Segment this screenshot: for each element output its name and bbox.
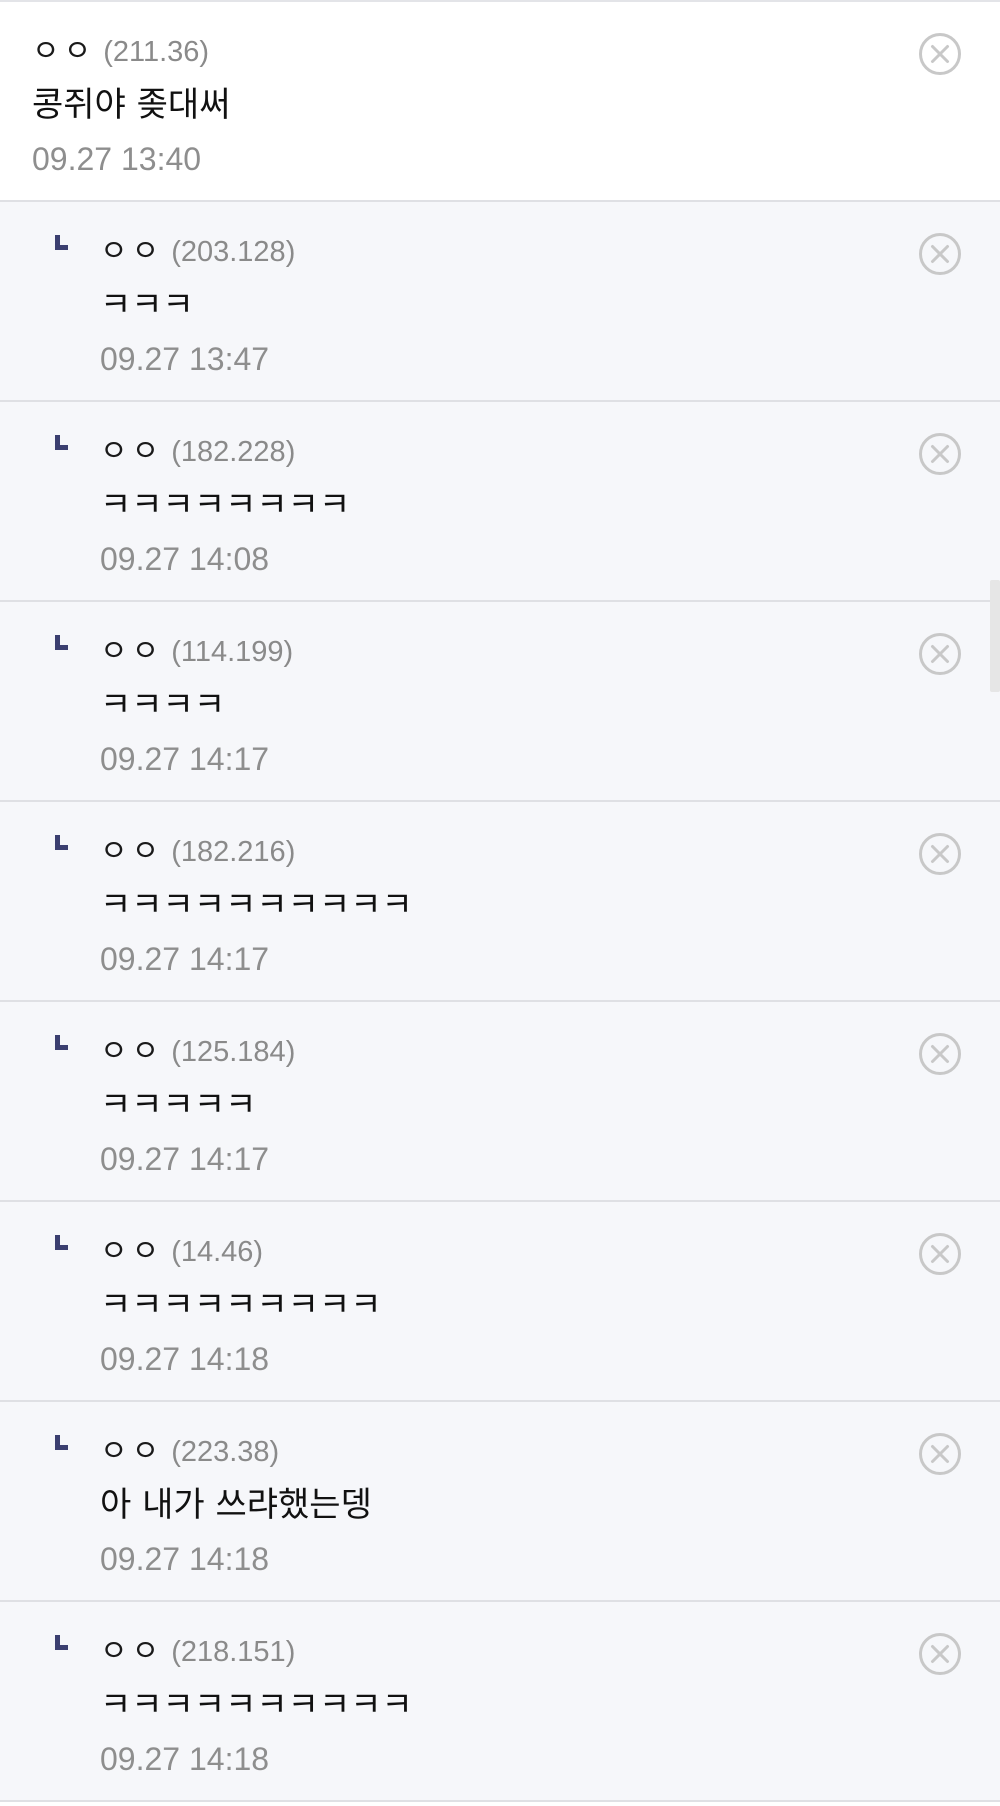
ip-address: (218.151) [171, 1636, 296, 1668]
ip-address: (223.38) [171, 1436, 280, 1468]
comment-author: ㅇㅇ (14.46) [100, 1228, 382, 1276]
comment-date: 09.27 14:18 [100, 1341, 270, 1377]
comment-item: ㅇㅇ (211.36) 콩쥐야 좆대써 09.27 13:40 [0, 2, 1000, 202]
comment-body: ㅇㅇ (223.38) 아 내가 쓰랴했는뎅 09.27 14:18 [100, 1428, 372, 1584]
comment-text: ㅋㅋㅋㅋㅋ [100, 1085, 257, 1125]
reply-arrow-icon [55, 435, 68, 450]
reply-item: ㅇㅇ (125.184) ㅋㅋㅋㅋㅋ 09.27 14:17 [0, 1002, 1000, 1202]
comment-date: 09.27 13:47 [100, 341, 270, 377]
comment-date: 09.27 14:18 [100, 1541, 270, 1577]
reply-arrow-icon [55, 1035, 68, 1050]
reply-item: ㅇㅇ (114.199) ㅋㅋㅋㅋ 09.27 14:17 [0, 602, 1000, 802]
comment-text: 아 내가 쓰랴했는뎅 [100, 1485, 372, 1525]
reply-arrow-icon [55, 835, 68, 850]
comment-author: ㅇㅇ (125.184) [100, 1028, 295, 1076]
comment-date: 09.27 14:17 [100, 941, 270, 977]
ip-address: (211.36) [103, 36, 210, 68]
comment-text: ㅋㅋㅋㅋㅋㅋㅋㅋㅋㅋ [100, 885, 413, 925]
ip-address: (114.199) [171, 636, 294, 668]
comment-text: ㅋㅋㅋㅋㅋㅋㅋㅋㅋ [100, 1285, 382, 1325]
reply-item: ㅇㅇ (218.151) ㅋㅋㅋㅋㅋㅋㅋㅋㅋㅋ 09.27 14:18 [0, 1602, 1000, 1802]
close-circle-icon[interactable] [918, 832, 962, 876]
comment-body: ㅇㅇ (114.199) ㅋㅋㅋㅋ 09.27 14:17 [100, 628, 293, 784]
reply-item: ㅇㅇ (223.38) 아 내가 쓰랴했는뎅 09.27 14:18 [0, 1402, 1000, 1602]
nickname[interactable]: ㅇㅇ [100, 634, 163, 669]
comment-author: ㅇㅇ (218.151) [100, 1628, 413, 1676]
comment-body: ㅇㅇ (211.36) 콩쥐야 좆대써 09.27 13:40 [32, 28, 231, 184]
comment-date: 09.27 14:17 [100, 741, 270, 777]
reply-item: ㅇㅇ (182.228) ㅋㅋㅋㅋㅋㅋㅋㅋ 09.27 14:08 [0, 402, 1000, 602]
ip-address: (182.228) [171, 436, 296, 468]
comment-text: 콩쥐야 좆대써 [32, 85, 231, 125]
close-circle-icon[interactable] [918, 232, 962, 276]
reply-arrow-icon [55, 1435, 68, 1450]
nickname[interactable]: ㅇㅇ [100, 1434, 163, 1469]
reply-item: ㅇㅇ (182.216) ㅋㅋㅋㅋㅋㅋㅋㅋㅋㅋ 09.27 14:17 [0, 802, 1000, 1002]
nickname[interactable]: ㅇㅇ [100, 434, 163, 469]
comment-date: 09.27 14:18 [100, 1741, 270, 1777]
nickname[interactable]: ㅇㅇ [100, 1234, 163, 1269]
comment-text: ㅋㅋㅋ [100, 285, 194, 325]
comment-text: ㅋㅋㅋㅋㅋㅋㅋㅋ [100, 485, 351, 525]
comment-author: ㅇㅇ (182.228) [100, 428, 350, 476]
comment-list: ㅇㅇ (211.36) 콩쥐야 좆대써 09.27 13:40 ㅇㅇ (203.128) ㅋ… [0, 0, 1000, 1806]
comment-date: 09.27 13:40 [32, 141, 202, 177]
nickname[interactable]: ㅇㅇ [100, 1634, 163, 1669]
reply-arrow-icon [55, 235, 68, 250]
comment-text: ㅋㅋㅋㅋㅋㅋㅋㅋㅋㅋ [100, 1685, 413, 1725]
ip-address: (203.128) [171, 236, 296, 268]
reply-arrow-icon [55, 635, 68, 650]
comment-text: ㅋㅋㅋㅋ [100, 685, 226, 725]
close-circle-icon[interactable] [918, 432, 962, 476]
nickname[interactable]: ㅇㅇ [100, 834, 163, 869]
reply-arrow-icon [55, 1635, 68, 1650]
close-circle-icon[interactable] [918, 632, 962, 676]
ip-address: (14.46) [171, 1236, 264, 1268]
comment-date: 09.27 14:08 [100, 541, 270, 577]
ip-address: (125.184) [171, 1036, 296, 1068]
close-circle-icon[interactable] [918, 32, 962, 76]
comment-author: ㅇㅇ (182.216) [100, 828, 413, 876]
comment-body: ㅇㅇ (218.151) ㅋㅋㅋㅋㅋㅋㅋㅋㅋㅋ 09.27 14:18 [100, 1628, 413, 1784]
reply-item: ㅇㅇ (14.46) ㅋㅋㅋㅋㅋㅋㅋㅋㅋ 09.27 14:18 [0, 1202, 1000, 1402]
close-circle-icon[interactable] [918, 1032, 962, 1076]
close-circle-icon[interactable] [918, 1232, 962, 1276]
comment-body: ㅇㅇ (14.46) ㅋㅋㅋㅋㅋㅋㅋㅋㅋ 09.27 14:18 [100, 1228, 382, 1384]
reply-arrow-icon [55, 1235, 68, 1250]
comment-body: ㅇㅇ (182.228) ㅋㅋㅋㅋㅋㅋㅋㅋ 09.27 14:08 [100, 428, 350, 584]
comment-author: ㅇㅇ (114.199) [100, 628, 293, 676]
close-circle-icon[interactable] [918, 1632, 962, 1676]
comment-body: ㅇㅇ (203.128) ㅋㅋㅋ 09.27 13:47 [100, 228, 295, 384]
scrollbar-thumb[interactable] [990, 580, 1000, 692]
comment-body: ㅇㅇ (125.184) ㅋㅋㅋㅋㅋ 09.27 14:17 [100, 1028, 295, 1184]
nickname[interactable]: ㅇㅇ [100, 234, 163, 269]
comment-author: ㅇㅇ (211.36) [32, 28, 231, 76]
nickname[interactable]: ㅇㅇ [100, 1034, 163, 1069]
comment-author: ㅇㅇ (203.128) [100, 228, 295, 276]
comment-author: ㅇㅇ (223.38) [100, 1428, 372, 1476]
ip-address: (182.216) [171, 836, 296, 868]
comment-date: 09.27 14:17 [100, 1141, 270, 1177]
close-circle-icon[interactable] [918, 1432, 962, 1476]
reply-item: ㅇㅇ (203.128) ㅋㅋㅋ 09.27 13:47 [0, 202, 1000, 402]
nickname[interactable]: ㅇㅇ [32, 34, 95, 69]
comment-body: ㅇㅇ (182.216) ㅋㅋㅋㅋㅋㅋㅋㅋㅋㅋ 09.27 14:17 [100, 828, 413, 984]
